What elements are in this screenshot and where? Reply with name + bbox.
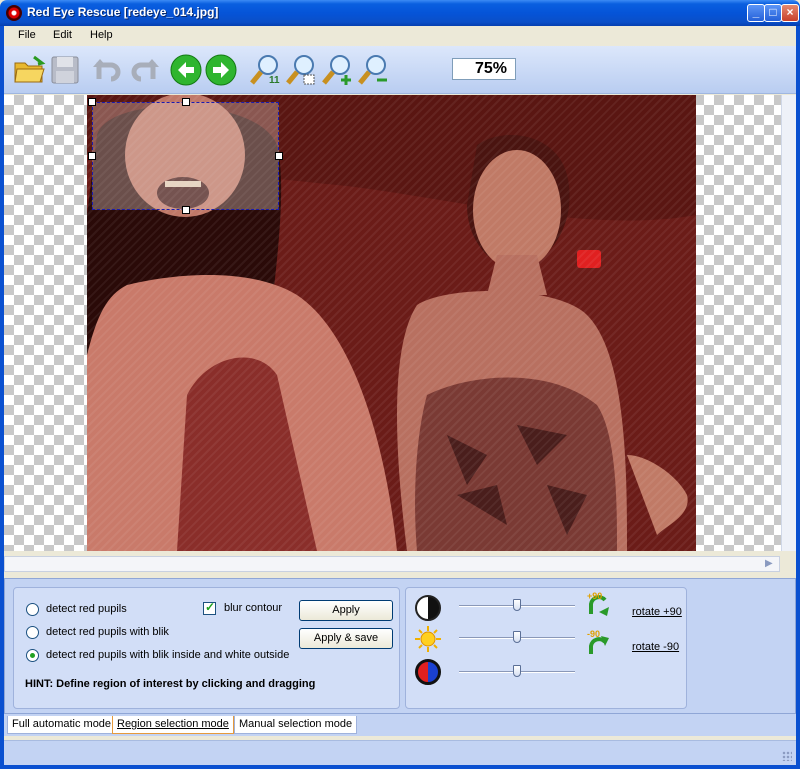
roi-handle[interactable] — [88, 98, 96, 106]
color-balance-icon — [415, 659, 441, 685]
rotate-minus-badge: -90 — [587, 629, 600, 639]
rotate-minus-90-link[interactable]: rotate -90 — [632, 641, 679, 653]
close-button[interactable]: × — [781, 4, 799, 22]
tab-manual-selection-mode[interactable]: Manual selection mode — [234, 716, 358, 734]
resize-grip-icon[interactable] — [782, 751, 792, 761]
rotate-plus-90-link[interactable]: rotate +90 — [632, 606, 682, 618]
tab-label: Manual selection mode — [239, 718, 353, 730]
app-eye-icon — [6, 5, 22, 21]
menu-bar: File Edit Help — [4, 26, 796, 46]
rotate-plus-badge: +90 — [587, 591, 602, 601]
rotate-plus-90-icon[interactable]: +90 — [585, 590, 613, 618]
maximize-button[interactable]: □ — [764, 4, 782, 22]
control-panel: detect red pupils detect red pupils with… — [4, 578, 796, 714]
vertical-scrollbar[interactable] — [781, 95, 796, 551]
radio-label: detect red pupils with blik inside and w… — [46, 649, 290, 661]
checkbox[interactable] — [203, 600, 216, 615]
next-image-icon[interactable] — [204, 53, 238, 87]
radio-detect-red-pupils-blik[interactable]: detect red pupils with blik — [26, 624, 169, 640]
brightness-slider[interactable] — [459, 631, 575, 643]
svg-text:11: 11 — [269, 75, 280, 86]
radio-label: detect red pupils — [46, 603, 127, 615]
menu-help[interactable]: Help — [90, 29, 113, 41]
color-balance-slider[interactable] — [459, 665, 575, 677]
title-bar[interactable]: Red Eye Rescue [redeye_014.jpg] _ □ × — [0, 0, 800, 26]
region-of-interest-selection[interactable] — [88, 98, 283, 214]
radio-button[interactable] — [26, 648, 39, 662]
detection-options-group: detect red pupils detect red pupils with… — [13, 587, 400, 709]
zoom-level-field[interactable]: 75% — [452, 58, 516, 80]
color-balance-slider-thumb[interactable] — [513, 665, 521, 677]
radio-button[interactable] — [26, 625, 39, 639]
checkbox-label: blur contour — [224, 602, 283, 614]
zoom-fit-icon[interactable] — [284, 53, 318, 87]
roi-handle[interactable] — [182, 206, 190, 214]
contrast-slider[interactable] — [459, 599, 575, 611]
radio-button[interactable] — [26, 602, 39, 616]
image-canvas[interactable] — [4, 95, 796, 551]
brightness-icon — [415, 626, 441, 652]
horizontal-scrollbar[interactable]: ▶ — [4, 556, 780, 572]
mode-tabs: Full automatic mode Region selection mod… — [4, 714, 796, 736]
roi-handle[interactable] — [88, 152, 96, 160]
open-folder-icon[interactable] — [12, 53, 46, 87]
rotate-minus-90-icon[interactable]: -90 — [585, 628, 613, 656]
status-bar — [4, 740, 796, 765]
contrast-slider-thumb[interactable] — [513, 599, 521, 611]
roi-handle[interactable] — [182, 98, 190, 106]
window-title: Red Eye Rescue [redeye_014.jpg] — [27, 5, 219, 19]
menu-file[interactable]: File — [18, 29, 36, 41]
tab-region-selection-mode[interactable]: Region selection mode — [112, 716, 234, 734]
hint-text: HINT: Define region of interest by click… — [25, 678, 316, 690]
radio-label: detect red pupils with blik — [46, 626, 169, 638]
tab-label: Full automatic mode — [12, 718, 112, 730]
minimize-button[interactable]: _ — [747, 4, 765, 22]
radio-detect-red-pupils-blik-white[interactable]: detect red pupils with blik inside and w… — [26, 647, 289, 663]
apply-button[interactable]: Apply — [299, 600, 393, 621]
scroll-right-arrow-icon[interactable]: ▶ — [765, 558, 777, 570]
contrast-icon — [415, 595, 441, 621]
radio-detect-red-pupils[interactable]: detect red pupils — [26, 601, 127, 617]
zoom-1-1-icon[interactable]: 11 — [248, 53, 282, 87]
blur-contour-checkbox[interactable]: blur contour — [203, 600, 282, 616]
window-frame-bottom — [0, 765, 800, 769]
window-frame-right — [796, 26, 800, 769]
roi-handle[interactable] — [275, 152, 283, 160]
redo-icon[interactable] — [127, 53, 161, 87]
save-icon[interactable] — [48, 53, 82, 87]
toolbar: 11 75% — [4, 46, 796, 94]
undo-icon[interactable] — [91, 53, 125, 87]
brightness-slider-thumb[interactable] — [513, 631, 521, 643]
tab-label: Region selection mode — [117, 718, 229, 730]
tab-full-automatic-mode[interactable]: Full automatic mode — [7, 716, 117, 734]
previous-image-icon[interactable] — [169, 53, 203, 87]
menu-edit[interactable]: Edit — [53, 29, 72, 41]
zoom-out-icon[interactable] — [356, 53, 390, 87]
apply-save-button[interactable]: Apply & save — [299, 628, 393, 649]
zoom-in-icon[interactable] — [320, 53, 354, 87]
